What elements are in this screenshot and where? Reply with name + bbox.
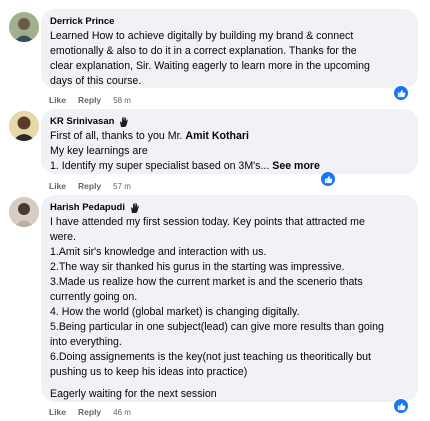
like-button[interactable]: Like [49, 407, 66, 417]
avatar[interactable] [9, 197, 39, 227]
comment-text-line: pushing us to keep his ideas into practi… [50, 366, 248, 378]
like-reaction-icon[interactable] [393, 85, 409, 101]
comment-text-line: 4. How the world (global market) is chan… [50, 306, 300, 318]
author-name[interactable]: Harish Pedapudi [50, 202, 125, 214]
reply-button[interactable]: Reply [78, 95, 101, 105]
see-more-link[interactable]: See more [272, 160, 320, 172]
reply-button[interactable]: Reply [78, 181, 101, 191]
comment-actions: Like Reply 46 m [49, 407, 131, 417]
like-button[interactable]: Like [49, 95, 66, 105]
comment-author[interactable]: KR Srinivasan [50, 115, 408, 129]
comment-text-line: I have attended my first session today. … [50, 216, 365, 228]
comment-text-line: currently going on. [50, 291, 138, 303]
comment-actions: Like Reply 58 m [49, 95, 131, 105]
comment-timestamp[interactable]: 58 m [113, 96, 131, 105]
comment-bubble: KR Srinivasan First of all, thanks to yo… [41, 109, 418, 174]
mentioned-name[interactable]: Amit Kothari [185, 130, 249, 142]
like-reaction-icon[interactable] [393, 398, 409, 414]
author-name[interactable]: KR Srinivasan [50, 116, 114, 128]
comment-bubble: Harish Pedapudi I have attended my first… [41, 195, 418, 402]
comment-timestamp[interactable]: 46 m [113, 408, 131, 417]
comment-author[interactable]: Derrick Prince [50, 15, 408, 29]
comment-text-line: were. [50, 231, 76, 243]
comment-text-line [50, 380, 408, 387]
reply-button[interactable]: Reply [78, 407, 101, 417]
hand-badge-icon[interactable] [118, 116, 130, 128]
comment-text-line: 5.Being particular in one subject(lead) … [50, 321, 384, 333]
text-segment: 1. Identify my super specialist based on… [50, 160, 273, 172]
comment-text-line: 1. Identify my super specialist based on… [50, 159, 408, 174]
comment-text-line: Learned How to achieve digitally by buil… [50, 30, 354, 42]
comment-text-line: emotionally & also to do it in a correct… [50, 45, 357, 57]
comment-author[interactable]: Harish Pedapudi [50, 201, 408, 215]
comment-text-line: 2.The way sir thanked his gurus in the s… [50, 261, 345, 273]
comment-text-line: First of all, thanks to you Mr. Amit Kot… [50, 129, 408, 144]
like-button[interactable]: Like [49, 181, 66, 191]
author-name[interactable]: Derrick Prince [50, 16, 114, 28]
comment-timestamp[interactable]: 57 m [113, 182, 131, 191]
comment-text-line: 6.Doing assignements is the key(not just… [50, 351, 371, 363]
comment-actions: Like Reply 57 m [49, 181, 131, 191]
avatar[interactable] [9, 111, 39, 141]
comment-text-line: My key learnings are [50, 145, 148, 157]
text-segment: First of all, thanks to you Mr. [50, 130, 186, 142]
comment-text-line: 1.Amit sir's knowledge and interaction w… [50, 246, 267, 258]
comment-text-line: Eagerly waiting for the next session [50, 388, 217, 400]
comment-text-line: into everything. [50, 336, 122, 348]
comment-text-line: 3.Made us realize how the current market… [50, 276, 363, 288]
comment-text-line: days of this course. [50, 75, 142, 87]
comment-text-line: clear explanation, Sir. Waiting eagerly … [50, 60, 370, 72]
avatar[interactable] [9, 12, 39, 42]
comment-bubble: Derrick Prince Learned How to achieve di… [41, 9, 418, 88]
like-reaction-icon[interactable] [320, 171, 336, 187]
hand-badge-icon[interactable] [129, 202, 141, 214]
